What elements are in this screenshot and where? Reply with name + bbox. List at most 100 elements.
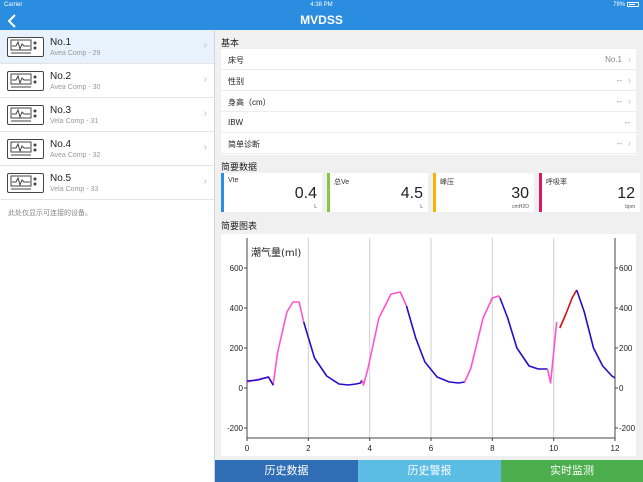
device-item[interactable]: No.5 Vela Comp - 33 › (0, 166, 214, 200)
info-row[interactable]: 身高（cm） -- › (221, 91, 636, 112)
chevron-right-icon: › (203, 108, 207, 119)
device-item[interactable]: No.1 Avea Comp - 29 › (0, 30, 214, 64)
status-time: 4:38 PM (310, 2, 333, 8)
x-tick-label: 0 (245, 444, 250, 453)
info-label: 床号 (228, 56, 244, 65)
bottom-tab[interactable]: 实时监测 (501, 460, 643, 482)
chevron-right-icon: › (203, 142, 207, 153)
info-label: 身高（cm） (228, 98, 271, 107)
info-value: No.1 (605, 55, 622, 64)
chevron-right-icon: › (203, 176, 207, 187)
info-row: IBW -- (221, 112, 636, 133)
info-label: IBW (228, 118, 244, 127)
stat-name: 峰压 (440, 179, 454, 186)
device-name: No.3 (50, 105, 72, 116)
y-tick-label-right: 0 (619, 384, 624, 393)
basic-info-list: 床号 No.1 › 性别 -- › 身高（cm） -- › IBW -- 简单诊断 -- › (221, 49, 636, 155)
section-basic-title: 基本 (221, 38, 240, 48)
bottom-tab[interactable]: 历史数据 (215, 460, 358, 482)
series-line (246, 301, 305, 386)
x-tick-label: 6 (429, 444, 434, 453)
ventilator-icon (7, 139, 44, 159)
device-model: Vela Comp - 33 (50, 186, 99, 193)
series-line (559, 289, 578, 329)
info-row[interactable]: 床号 No.1 › (221, 49, 636, 70)
stat-card: 峰压 30 cmH2O (433, 173, 534, 212)
main-panel: 基本 床号 No.1 › 性别 -- › 身高（cm） -- › IBW -- 简单诊断 -- › 简要数… (215, 30, 643, 460)
series-line (405, 305, 465, 384)
device-name: No.4 (50, 139, 72, 150)
sidebar-note: 此处仅显示可连接的设备。 (8, 210, 92, 217)
device-sidebar: No.1 Avea Comp - 29 › No.2 Avea Comp - 30 › No… (0, 30, 215, 482)
stat-unit: L (314, 204, 317, 210)
chart-title: 潮气量(ml) (251, 246, 301, 259)
x-tick-label: 4 (367, 444, 372, 453)
stat-unit: L (420, 204, 423, 210)
section-summary-title: 简要数据 (221, 162, 258, 172)
chevron-right-icon: › (203, 40, 207, 51)
y-tick-label-right: 400 (619, 304, 633, 313)
chevron-right-icon: › (628, 138, 631, 148)
info-row[interactable]: 简单诊断 -- › (221, 133, 636, 154)
device-item[interactable]: No.4 Avea Comp - 32 › (0, 132, 214, 166)
device-item[interactable]: No.3 Vela Comp - 31 › (0, 98, 214, 132)
chart-svg: -200 -200 0 0 200 200 400 400 600 600 0 2 4 6 8 10 12 潮气量… (227, 238, 636, 453)
x-tick-label: 8 (490, 444, 495, 453)
ventilator-icon (7, 71, 44, 91)
battery-icon (627, 2, 639, 7)
stat-value: 0.4 (294, 185, 317, 202)
bottom-tab[interactable]: 历史警报 (358, 460, 501, 482)
stat-name: 呼吸率 (546, 179, 567, 186)
stat-card: Vte 0.4 L (221, 173, 322, 212)
device-model: Avea Comp - 32 (50, 152, 101, 159)
tidal-volume-chart: -200 -200 0 0 200 200 400 400 600 600 0 2 4 6 8 10 12 潮气量… (221, 234, 636, 456)
section-chart-title: 简要图表 (221, 221, 258, 231)
info-row[interactable]: 性别 -- › (221, 70, 636, 91)
battery-percent: 79% (612, 2, 625, 8)
chevron-right-icon: › (203, 74, 207, 85)
device-name: No.2 (50, 71, 72, 82)
y-tick-label-right: 600 (619, 264, 633, 273)
device-model: Avea Comp - 29 (50, 50, 101, 57)
series-line (463, 295, 501, 383)
ventilator-icon (7, 173, 44, 193)
info-label: 性别 (228, 77, 244, 86)
series-line (361, 291, 408, 386)
ventilator-icon (7, 37, 44, 57)
y-tick-label-left: 400 (230, 304, 244, 313)
stat-name: 总Ve (334, 179, 350, 186)
y-tick-label-left: 200 (230, 344, 244, 353)
y-tick-label-left: 600 (230, 264, 244, 273)
y-tick-label-right: 200 (619, 344, 633, 353)
stat-value: 30 (511, 185, 529, 202)
chevron-right-icon: › (628, 75, 631, 85)
y-tick-label-left: 0 (239, 384, 244, 393)
y-tick-label-right: -200 (619, 424, 636, 433)
chevron-right-icon: › (628, 96, 631, 106)
y-tick-label-left: -200 (227, 424, 244, 433)
device-model: Avea Comp - 30 (50, 84, 101, 91)
x-tick-label: 2 (306, 444, 311, 453)
x-tick-label: 12 (611, 444, 620, 453)
chevron-right-icon: › (628, 54, 631, 64)
nav-bar: MVDSS (0, 10, 643, 30)
stat-unit: bpm (625, 204, 635, 210)
series-line (575, 289, 616, 379)
x-tick-label: 10 (549, 444, 558, 453)
stat-card: 总Ve 4.5 L (327, 173, 428, 212)
ventilator-icon (7, 105, 44, 125)
stat-value: 4.5 (400, 185, 423, 202)
stat-unit: cmH2O (512, 204, 529, 210)
stat-card: 呼吸率 12 bpm (539, 173, 640, 212)
device-model: Vela Comp - 31 (50, 118, 99, 125)
info-value: -- (616, 139, 622, 148)
series-line (302, 321, 363, 386)
page-title: MVDSS (300, 13, 343, 27)
series-line (546, 321, 558, 384)
device-item[interactable]: No.2 Avea Comp - 30 › (0, 64, 214, 98)
info-label: 简单诊断 (228, 140, 260, 149)
stat-name: Vte (228, 177, 239, 184)
stat-value: 12 (617, 185, 635, 202)
status-bar: Carrier 4:38 PM 79% (0, 0, 643, 10)
info-value: -- (616, 76, 622, 85)
